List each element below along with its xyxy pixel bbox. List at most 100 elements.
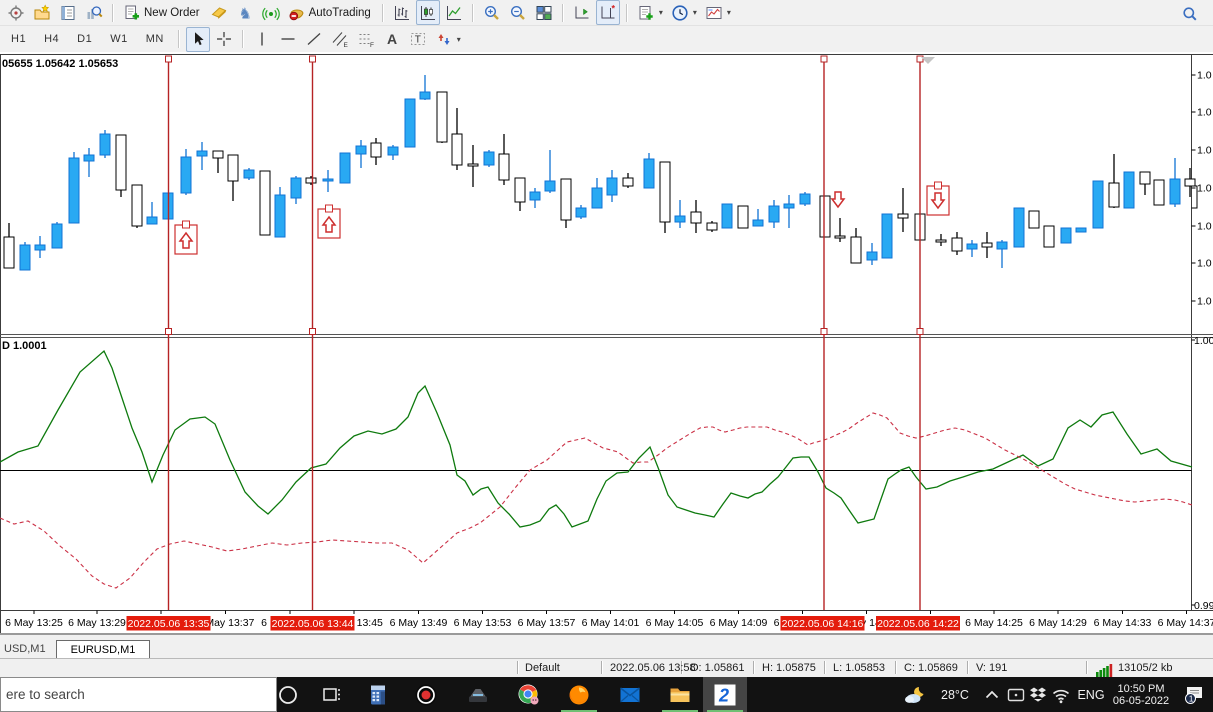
svg-text:6 May 13:49: 6 May 13:49 (390, 617, 448, 629)
timeframe-mn-button[interactable]: MN (138, 26, 172, 53)
templates-button[interactable]: ▾ (702, 0, 734, 25)
taskbar-app-file-explorer[interactable] (658, 677, 702, 712)
taskbar-app-firefox[interactable] (557, 677, 601, 712)
fibonacci-tool-button[interactable]: F (354, 27, 378, 52)
strategy-tester-button[interactable] (82, 0, 106, 25)
new-order-icon (123, 4, 141, 22)
chart-candles-button[interactable] (415, 0, 440, 25)
crosshair-icon (215, 30, 233, 48)
candle-chart-icon (419, 4, 437, 22)
svg-text:1.0: 1.0 (1197, 221, 1212, 233)
zoom-in-button[interactable] (480, 0, 504, 25)
taskbar-app-task-view[interactable] (310, 677, 354, 712)
timeframe-h1-button[interactable]: H1 (3, 26, 34, 53)
chart-line-button[interactable] (442, 0, 466, 25)
buy-arrow-marker[interactable] (317, 204, 341, 239)
status-separator (753, 661, 755, 674)
dropdown-caret-icon[interactable]: ▾ (693, 8, 697, 17)
timeframe-d1-button[interactable]: D1 (69, 26, 100, 53)
sell-arrow-marker[interactable] (926, 181, 950, 216)
periods-button[interactable]: ▾ (668, 0, 700, 25)
chevron-up-icon[interactable] (981, 677, 1003, 712)
signal-time-badge: 2022.05.06 14:22 (876, 616, 960, 631)
toolbar-separator (177, 30, 180, 48)
periods-icon (671, 4, 689, 22)
signal-time-badge: 2022.05.06 14:16 (780, 616, 865, 631)
text-tool-button[interactable]: A (380, 27, 404, 52)
toolbar-separator (112, 3, 114, 22)
chart-tab-eurusd-m1[interactable]: EURUSD,M1 (55, 640, 151, 659)
tile-windows-button[interactable] (532, 0, 556, 25)
taskbar-app-scanner-app[interactable] (456, 677, 500, 712)
crosshair-tool-button[interactable] (212, 27, 236, 52)
chrome-icon (517, 683, 541, 707)
svg-text:1.0: 1.0 (1197, 145, 1212, 157)
timeframe-w1-button[interactable]: W1 (102, 26, 136, 53)
autotrading-button[interactable]: AutoTrading (285, 0, 376, 25)
firefox-icon (567, 683, 591, 707)
chart-bars-button[interactable] (390, 0, 414, 25)
text-label-tool-button[interactable]: T (406, 27, 430, 52)
horizontal-line-tool-button[interactable] (276, 27, 300, 52)
taskbar-app-trading-app[interactable]: 2 (703, 677, 747, 712)
cortana-icon (276, 683, 300, 707)
status-field: L: 1.05853 (833, 662, 885, 674)
taskbar-app-mail[interactable] (608, 677, 652, 712)
label-tool-icon: T (409, 30, 427, 48)
calculator-icon (366, 683, 390, 707)
svg-text:1.00: 1.00 (1194, 335, 1213, 347)
svg-text:6 May 14:37: 6 May 14:37 (1158, 617, 1213, 629)
chart-window[interactable]: 1.0 1.0 1.0 1.0 1.0 1.0 1.0 1.00 0.99 6 May 13:25… (0, 52, 1213, 634)
dropbox-icon[interactable] (1027, 677, 1049, 712)
timeframe-h4-button[interactable]: H4 (36, 26, 67, 53)
metaeditor-button[interactable] (207, 0, 231, 25)
taskbar-app-screen-recorder[interactable] (404, 677, 448, 712)
clock[interactable]: 10:50 PM 06-05-2022 (1108, 677, 1174, 712)
taskbar-app-calculator[interactable] (356, 677, 400, 712)
trendline-tool-icon (305, 30, 323, 48)
search-icon[interactable] (1181, 5, 1199, 28)
indicators-list-button[interactable]: ▾ (634, 0, 666, 25)
chart-tab-usd-m1[interactable]: USD,M1 (0, 640, 56, 659)
wifi-icon[interactable] (1049, 677, 1073, 712)
auto-scroll-button[interactable]: * (595, 0, 620, 25)
dropdown-caret-icon[interactable]: ▾ (659, 8, 663, 17)
profiles-folder-icon (33, 4, 51, 22)
zoom-out-button[interactable] (506, 0, 530, 25)
dropdown-caret-icon[interactable]: ▾ (457, 35, 461, 44)
language-indicator[interactable]: ENG (1074, 677, 1108, 712)
vertical-line-tool-button[interactable] (250, 27, 274, 52)
svg-text:1: 1 (1189, 693, 1194, 703)
terminal-button[interactable] (56, 0, 80, 25)
chart-shift-button[interactable] (570, 0, 594, 25)
svg-text:A: A (387, 31, 397, 47)
svg-text:6 May 13:25: 6 May 13:25 (5, 617, 63, 629)
status-separator (601, 661, 603, 674)
screen-snip-icon[interactable] (1005, 677, 1027, 712)
taskbar: ere to search 2 28°C ENG 10:50 PM 06-05-… (0, 677, 1213, 712)
market-overview-button[interactable] (4, 0, 28, 25)
zoom-in-icon (483, 4, 501, 22)
taskbar-app-chrome[interactable] (507, 677, 551, 712)
experts-icon: ♞ (236, 4, 254, 22)
weather-icon[interactable] (898, 677, 932, 712)
signals-button[interactable] (259, 0, 283, 25)
buy-arrow-marker[interactable] (174, 220, 198, 255)
new-order-button[interactable]: New Order (120, 0, 205, 25)
dropdown-caret-icon[interactable]: ▾ (727, 8, 731, 17)
arrow-objects-button[interactable]: ▾ (432, 27, 464, 52)
svg-text:6 May 14:01: 6 May 14:01 (582, 617, 640, 629)
profiles-button[interactable] (30, 0, 54, 25)
cursor-tool-button[interactable] (185, 26, 210, 52)
tile-windows-icon (535, 4, 553, 22)
weather-temp[interactable]: 28°C (934, 677, 976, 712)
main-toolbar-buttons: New Order ♞ AutoTrading * ▾ ▾ ▾ (3, 0, 735, 25)
taskbar-app-cortana[interactable] (266, 677, 310, 712)
taskbar-search[interactable]: ere to search (0, 677, 277, 712)
svg-text:6 May 13:29: 6 May 13:29 (68, 617, 126, 629)
equidistant-channel-tool-button[interactable]: E (328, 27, 352, 52)
expert-advisors-button[interactable]: ♞ (233, 0, 257, 25)
trendline-tool-button[interactable] (302, 27, 326, 52)
chart-shift-icon (573, 4, 591, 22)
notification-icon[interactable]: 1 (1180, 677, 1210, 712)
